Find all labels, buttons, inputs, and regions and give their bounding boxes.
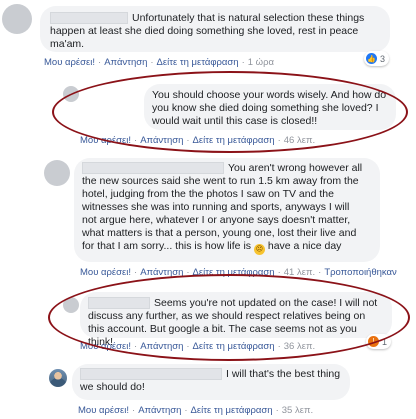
author-name-redacted[interactable] bbox=[88, 297, 150, 310]
comment-actions: Μου αρέσει! · Απάντηση · Δείτε τη μετάφραση ·… bbox=[80, 135, 316, 146]
comment-text-line: for that I am sorry... this is how life … bbox=[82, 240, 342, 255]
reply-link[interactable]: Απάντηση bbox=[104, 57, 147, 68]
reply-link[interactable]: Απάντηση bbox=[140, 267, 183, 278]
comment-actions: Μου αρέσει! · Απάντηση · Δείτε τη μετάφραση ·… bbox=[80, 267, 397, 278]
comment-bubble: You aren't wrong however all the new sou… bbox=[74, 158, 380, 262]
frowning-emoji: ☹ bbox=[253, 244, 265, 255]
translate-link[interactable]: Δείτε τη μετάφραση bbox=[193, 267, 275, 278]
reply-link[interactable]: Απάντηση bbox=[140, 135, 183, 146]
avatar[interactable] bbox=[49, 369, 67, 387]
author-name-redacted[interactable] bbox=[50, 12, 128, 25]
reply-link[interactable]: Απάντηση bbox=[138, 405, 181, 416]
comment-bubble: Seems you're not updated on the case! I … bbox=[80, 292, 392, 348]
comment-actions: Μου αρέσει! · Απάντηση · Δείτε τη μετάφραση ·… bbox=[78, 405, 314, 416]
edited-link[interactable]: Τροποποιήθηκαν bbox=[324, 267, 396, 278]
comment-text-line: not argue here, whatever I or anyone say… bbox=[82, 214, 351, 226]
author-name-redacted[interactable] bbox=[82, 162, 224, 175]
comment-actions: Μου αρέσει! · Απάντηση · Δείτε τη μετάφραση ·… bbox=[44, 57, 274, 68]
like-link[interactable]: Μου αρέσει! bbox=[44, 57, 95, 68]
translate-link[interactable]: Δείτε τη μετάφραση bbox=[191, 405, 273, 416]
timestamp[interactable]: 1 ώρα bbox=[248, 57, 274, 68]
avatar[interactable] bbox=[44, 160, 70, 186]
avatar[interactable] bbox=[63, 297, 79, 313]
comment-text-line: witnesses she was into running and sport… bbox=[82, 201, 350, 213]
comment-bubble: Unfortunately that is natural selection … bbox=[40, 6, 390, 52]
reaction-count[interactable]: 👍 3 bbox=[364, 51, 390, 66]
comment-text-line: what matters is that a person, young one… bbox=[82, 227, 357, 239]
comment-bubble: I will that's the best thing we should d… bbox=[72, 364, 350, 400]
timestamp[interactable]: 46 λεπ. bbox=[284, 135, 315, 146]
angry-icon: ! bbox=[368, 336, 379, 347]
comment-text-line: You aren't wrong however all bbox=[82, 162, 372, 175]
comment-text-line: the new sources said she went to run 1.5… bbox=[82, 175, 359, 187]
author-name-redacted[interactable] bbox=[80, 368, 222, 381]
like-icon: 👍 bbox=[366, 53, 377, 64]
reaction-count[interactable]: ! 1 bbox=[366, 334, 392, 349]
translate-link[interactable]: Δείτε τη μετάφραση bbox=[193, 341, 275, 352]
avatar[interactable] bbox=[63, 86, 79, 102]
like-link[interactable]: Μου αρέσει! bbox=[80, 341, 131, 352]
timestamp[interactable]: 41 λεπ. bbox=[284, 267, 315, 278]
timestamp[interactable]: 36 λεπ. bbox=[284, 341, 315, 352]
like-link[interactable]: Μου αρέσει! bbox=[80, 267, 131, 278]
translate-link[interactable]: Δείτε τη μετάφραση bbox=[193, 135, 275, 146]
avatar[interactable] bbox=[2, 4, 32, 34]
like-link[interactable]: Μου αρέσει! bbox=[80, 135, 131, 146]
like-link[interactable]: Μου αρέσει! bbox=[78, 405, 129, 416]
timestamp[interactable]: 35 λεπ. bbox=[282, 405, 313, 416]
reply-link[interactable]: Απάντηση bbox=[140, 341, 183, 352]
comment-text: You should choose your words wisely. And… bbox=[152, 89, 387, 127]
comment-actions: Μου αρέσει! · Απάντηση · Δείτε τη μετάφραση ·… bbox=[80, 341, 316, 352]
comment-text-line: hotel, judging from the the photos I saw… bbox=[82, 188, 334, 200]
comment-bubble: You should choose your words wisely. And… bbox=[144, 84, 396, 130]
translate-link[interactable]: Δείτε τη μετάφραση bbox=[157, 57, 239, 68]
